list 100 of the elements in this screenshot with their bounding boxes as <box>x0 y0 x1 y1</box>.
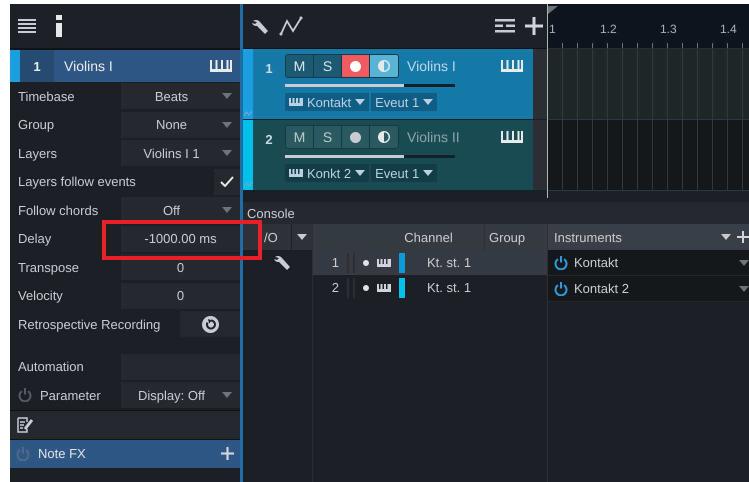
wave-icon <box>244 111 252 116</box>
instrument-selector[interactable]: Konkt 2 <box>285 164 370 182</box>
channel-name: Kt. st. 1 <box>427 255 472 270</box>
dropdown-value: None <box>154 117 188 132</box>
half-circle-icon <box>378 60 390 72</box>
mute-button[interactable]: M <box>286 55 314 77</box>
checkmark-icon <box>220 176 234 188</box>
dot-icon <box>350 60 361 72</box>
wrench-icon[interactable] <box>272 254 290 271</box>
half-circle-icon <box>378 131 390 143</box>
property-label: Parameter <box>40 388 101 403</box>
dot-icon <box>363 284 369 290</box>
note-fx-label: Note FX <box>38 446 86 461</box>
dropdown[interactable]: None <box>121 112 240 138</box>
selector-value: Eveut 1 <box>375 166 420 180</box>
volume-slider[interactable] <box>285 155 455 158</box>
power-icon[interactable] <box>554 282 568 296</box>
property-label: Delay <box>17 231 52 246</box>
output-selector[interactable]: Eveut 1 <box>371 93 438 111</box>
monitor-button[interactable] <box>370 126 398 148</box>
plus-icon[interactable] <box>525 17 543 35</box>
list-icon[interactable] <box>495 19 515 33</box>
caret-icon[interactable] <box>721 234 731 240</box>
automation-field[interactable] <box>121 354 240 380</box>
ruler-label: 1.3 <box>660 22 677 36</box>
playhead-marker-icon[interactable] <box>548 6 558 14</box>
dot-icon <box>350 132 361 142</box>
property-label: Timebase <box>17 88 76 104</box>
caret-icon[interactable] <box>739 286 749 292</box>
plus-icon[interactable] <box>221 447 234 460</box>
property-label: Retrospective Recording <box>17 316 162 332</box>
dropdown[interactable]: Beats <box>121 83 240 110</box>
value-field[interactable]: 0 <box>121 282 240 309</box>
track-header[interactable]: 1 Violins I <box>10 50 240 82</box>
property-label: Group <box>17 117 56 132</box>
property-label: Follow chords <box>17 202 100 218</box>
record-button[interactable] <box>342 55 370 77</box>
property-label: Layers follow events <box>17 174 137 190</box>
piano-keys-icon <box>377 258 391 266</box>
instrument-row[interactable]: Kontakt <box>548 250 749 276</box>
power-icon[interactable] <box>554 256 568 270</box>
property-label: Transpose <box>17 260 80 275</box>
caret-icon[interactable] <box>423 99 434 105</box>
record-button[interactable] <box>342 126 370 148</box>
track-name[interactable]: Violins II <box>407 129 460 145</box>
selector-value: Konkt 2 <box>307 166 352 180</box>
caret-icon[interactable] <box>297 234 307 240</box>
dropdown[interactable]: Display: Off <box>121 382 240 408</box>
instrument-name: Kontakt <box>574 255 618 270</box>
dot-icon <box>363 260 369 266</box>
output-selector[interactable]: Eveut 1 <box>371 164 438 182</box>
property-label: Layers <box>17 146 58 161</box>
wrench-icon[interactable] <box>251 18 269 34</box>
property-label: Velocity <box>17 288 64 304</box>
info-icon[interactable] <box>56 15 62 37</box>
instrument-row[interactable]: Kontakt 2 <box>548 276 749 302</box>
menu-icon[interactable] <box>18 19 36 33</box>
retrospective-recording-button[interactable] <box>180 311 240 338</box>
track-row[interactable]: 2 M S Violins II Konkt 2 Eveut 1 <box>243 120 547 191</box>
track-name: Violins I <box>64 58 113 74</box>
instruments-header: Instruments <box>554 230 622 244</box>
caret-icon[interactable] <box>355 170 366 176</box>
caret-icon[interactable] <box>423 170 434 176</box>
channel-row[interactable]: 1 Kt. st. 1 <box>313 250 547 275</box>
piano-keys-icon <box>377 284 391 292</box>
piano-keys-icon <box>501 60 523 72</box>
instrument-name: Kontakt 2 <box>574 281 629 296</box>
channel-name: Kt. st. 1 <box>427 280 472 295</box>
piano-keys-icon <box>289 169 303 177</box>
caret-icon[interactable] <box>739 260 749 266</box>
mute-button[interactable]: M <box>286 126 314 148</box>
volume-slider[interactable] <box>285 84 455 87</box>
instrument-selector[interactable]: Kontakt <box>285 93 370 111</box>
dropdown-value: Off <box>162 202 182 218</box>
plus-icon[interactable] <box>737 231 749 243</box>
track-row[interactable]: 1 M S Violins I Kontakt Eveut 1 <box>243 49 547 120</box>
caret-icon[interactable] <box>355 99 366 105</box>
piano-keys-icon <box>289 98 303 106</box>
track-number: 1 <box>264 60 274 78</box>
edit-note-icon[interactable] <box>17 416 33 432</box>
wave-icon <box>244 182 252 187</box>
channel-number: 1 <box>330 255 339 270</box>
solo-button[interactable]: S <box>314 55 342 77</box>
value-field[interactable]: -1000.00 ms <box>121 226 240 252</box>
note-fx-bar[interactable]: Note FX <box>10 440 240 468</box>
automation-curve-icon[interactable] <box>279 16 305 36</box>
checkbox[interactable] <box>214 168 240 195</box>
selector-value: Kontakt <box>307 94 352 110</box>
ruler-label: 1 <box>549 22 556 36</box>
solo-button[interactable]: S <box>314 126 342 148</box>
dropdown-value: Beats <box>154 88 190 104</box>
ruler-label: 1.4 <box>720 22 737 36</box>
power-icon[interactable] <box>18 388 32 402</box>
dropdown-value: Display: Off <box>137 388 206 403</box>
section-label: Automation <box>17 359 85 374</box>
dropdown[interactable]: Violins I 1 <box>121 140 240 166</box>
channel-row[interactable]: 2 Kt. st. 1 <box>313 275 547 300</box>
dropdown-value: Violins I 1 <box>142 146 201 161</box>
column-header: Group <box>488 228 526 247</box>
channel-number: 2 <box>330 280 339 295</box>
